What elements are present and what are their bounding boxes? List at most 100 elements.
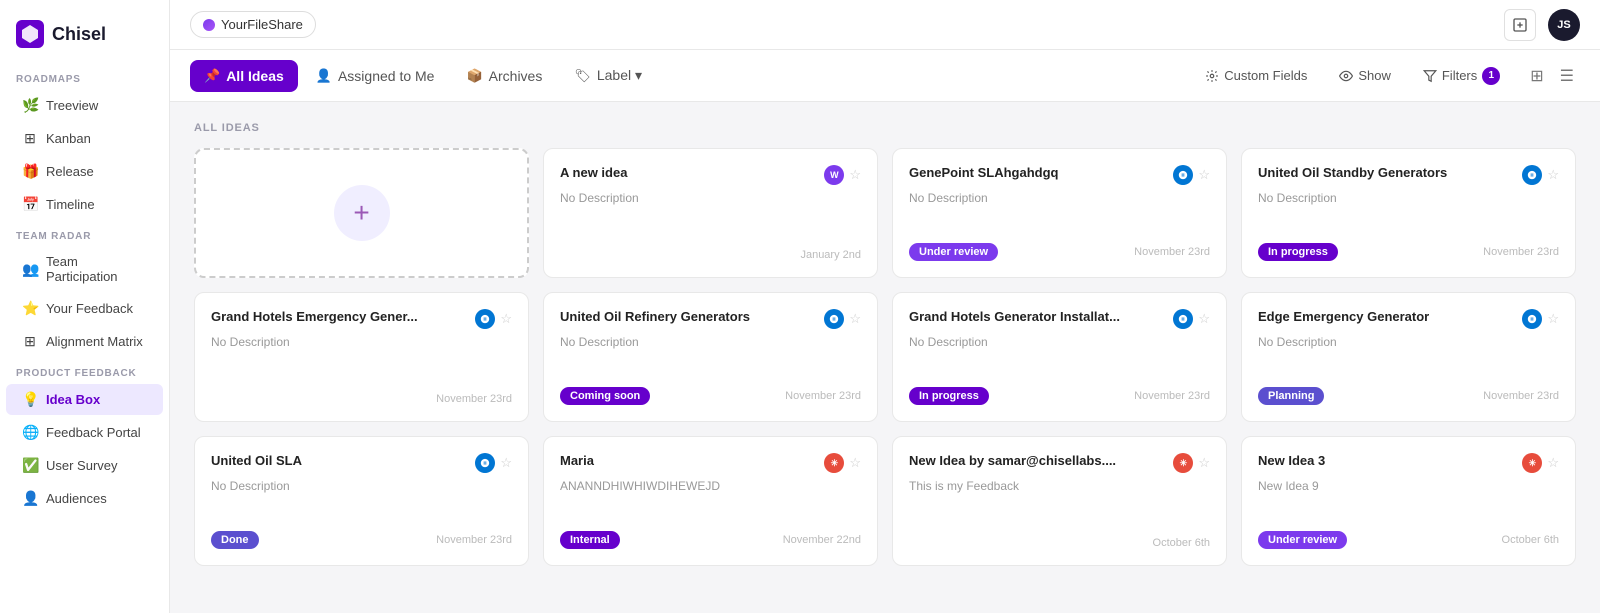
- idea-card-6[interactable]: Grand Hotels Generator Installat... ☆ No…: [892, 292, 1227, 422]
- star-icon[interactable]: ☆: [1198, 167, 1210, 183]
- star-icon[interactable]: ☆: [849, 311, 861, 327]
- kanban-icon: ⊞: [22, 130, 38, 147]
- ideas-grid: + A new idea W ☆ No Description January …: [194, 148, 1576, 566]
- star-icon[interactable]: ☆: [1547, 311, 1559, 327]
- card-footer: Under review October 6th: [1258, 525, 1559, 549]
- timeline-icon: 📅: [22, 196, 38, 213]
- status-badge: In progress: [1258, 243, 1338, 261]
- sidebar-item-label: Your Feedback: [46, 301, 133, 316]
- sidebar-item-user-survey[interactable]: ✅ User Survey: [6, 450, 163, 481]
- status-badge: Under review: [1258, 531, 1347, 549]
- card-footer: Internal November 22nd: [560, 525, 861, 549]
- filters-button[interactable]: Filters 1: [1415, 63, 1508, 89]
- badge-salesforce: [1522, 309, 1542, 329]
- star-icon[interactable]: ☆: [1198, 455, 1210, 471]
- tab-label[interactable]: 🏷 Label ▾: [560, 59, 656, 92]
- card-description: No Description: [560, 335, 861, 349]
- add-idea-card[interactable]: +: [194, 148, 529, 278]
- card-description: No Description: [1258, 335, 1559, 349]
- project-selector[interactable]: YourFileShare: [190, 11, 316, 38]
- card-header: A new idea W ☆: [560, 165, 861, 185]
- idea-box-icon: 💡: [22, 391, 38, 408]
- card-date: October 6th: [1502, 534, 1559, 546]
- section-label-product-feedback: PRODUCT FEEDBACK: [0, 358, 169, 383]
- star-icon[interactable]: ☆: [1198, 311, 1210, 327]
- sidebar-item-your-feedback[interactable]: ⭐ Your Feedback: [6, 293, 163, 324]
- star-icon[interactable]: ☆: [849, 167, 861, 183]
- card-title: Grand Hotels Emergency Gener...: [211, 309, 467, 326]
- idea-card-1[interactable]: A new idea W ☆ No Description January 2n…: [543, 148, 878, 278]
- card-header: New Idea 3 ✳ ☆: [1258, 453, 1559, 473]
- section-label-roadmaps: ROADMAPS: [0, 64, 169, 89]
- card-footer: In progress November 23rd: [1258, 237, 1559, 261]
- star-icon[interactable]: ☆: [1547, 167, 1559, 183]
- card-header: United Oil Refinery Generators ☆: [560, 309, 861, 329]
- card-description: No Description: [1258, 191, 1559, 205]
- tab-assigned-me[interactable]: 👤 Assigned to Me: [302, 60, 449, 92]
- sidebar-item-treeview[interactable]: 🌿 Treeview: [6, 90, 163, 121]
- custom-fields-label: Custom Fields: [1224, 68, 1307, 83]
- sidebar-item-release[interactable]: 🎁 Release: [6, 156, 163, 187]
- sidebar-item-team-participation[interactable]: 👥 Team Participation: [6, 247, 163, 291]
- card-date: November 23rd: [785, 390, 861, 402]
- idea-card-9[interactable]: Maria ✳ ☆ ANANNDHIWHIWDIHEWEJD Internal …: [543, 436, 878, 566]
- idea-card-10[interactable]: New Idea by samar@chisellabs.... ✳ ☆ Thi…: [892, 436, 1227, 566]
- tab-archives-label: Archives: [489, 68, 543, 84]
- star-icon[interactable]: ☆: [849, 455, 861, 471]
- your-feedback-icon: ⭐: [22, 300, 38, 317]
- label-icon: 🏷: [574, 68, 591, 84]
- sidebar-item-label: Team Participation: [46, 254, 147, 284]
- status-badge: Planning: [1258, 387, 1324, 405]
- card-title: Edge Emergency Generator: [1258, 309, 1514, 326]
- sidebar-item-label: Timeline: [46, 197, 95, 212]
- card-title: Maria: [560, 453, 816, 470]
- show-button[interactable]: Show: [1331, 64, 1399, 87]
- star-icon[interactable]: ☆: [500, 311, 512, 327]
- idea-card-8[interactable]: United Oil SLA ☆ No Description Done Nov…: [194, 436, 529, 566]
- idea-card-7[interactable]: Edge Emergency Generator ☆ No Descriptio…: [1241, 292, 1576, 422]
- grid-view-button[interactable]: ⊞: [1524, 62, 1549, 90]
- sidebar-item-timeline[interactable]: 📅 Timeline: [6, 189, 163, 220]
- idea-card-11[interactable]: New Idea 3 ✳ ☆ New Idea 9 Under review O…: [1241, 436, 1576, 566]
- sidebar-item-label: Alignment Matrix: [46, 334, 143, 349]
- card-title: A new idea: [560, 165, 816, 182]
- custom-fields-button[interactable]: Custom Fields: [1197, 64, 1315, 87]
- card-header: New Idea by samar@chisellabs.... ✳ ☆: [909, 453, 1210, 473]
- sidebar-item-audiences[interactable]: 👤 Audiences: [6, 483, 163, 514]
- card-description: No Description: [211, 335, 512, 349]
- star-icon[interactable]: ☆: [1547, 455, 1559, 471]
- tab-label-label: Label ▾: [597, 67, 642, 84]
- idea-card-5[interactable]: United Oil Refinery Generators ☆ No Desc…: [543, 292, 878, 422]
- topbar: YourFileShare JS: [170, 0, 1600, 50]
- idea-card-3[interactable]: United Oil Standby Generators ☆ No Descr…: [1241, 148, 1576, 278]
- section-label-team-radar: TEAM RADAR: [0, 221, 169, 246]
- list-view-button[interactable]: ☰: [1554, 62, 1580, 90]
- star-icon[interactable]: ☆: [500, 455, 512, 471]
- card-header: GenePoint SLAhgahdgq ☆: [909, 165, 1210, 185]
- idea-card-2[interactable]: GenePoint SLAhgahdgq ☆ No Description Un…: [892, 148, 1227, 278]
- sidebar-item-feedback-portal[interactable]: 🌐 Feedback Portal: [6, 417, 163, 448]
- app-logo[interactable]: Chisel: [0, 12, 169, 64]
- card-date: November 23rd: [1134, 246, 1210, 258]
- user-avatar[interactable]: JS: [1548, 9, 1580, 41]
- card-footer: January 2nd: [560, 243, 861, 261]
- idea-card-4[interactable]: Grand Hotels Emergency Gener... ☆ No Des…: [194, 292, 529, 422]
- sidebar-item-alignment-matrix[interactable]: ⊞ Alignment Matrix: [6, 326, 163, 357]
- sidebar-item-label: Release: [46, 164, 94, 179]
- sidebar-item-kanban[interactable]: ⊞ Kanban: [6, 123, 163, 154]
- tab-archives[interactable]: 📦 Archives: [452, 60, 556, 92]
- card-header: Grand Hotels Generator Installat... ☆: [909, 309, 1210, 329]
- badge-salesforce: [1173, 309, 1193, 329]
- card-description: No Description: [211, 479, 512, 493]
- assigned-me-icon: 👤: [316, 68, 332, 84]
- badge-salesforce: [824, 309, 844, 329]
- sidebar-item-idea-box[interactable]: 💡 Idea Box: [6, 384, 163, 415]
- notifications-button[interactable]: [1504, 9, 1536, 41]
- card-footer: November 23rd: [211, 387, 512, 405]
- card-footer: Coming soon November 23rd: [560, 381, 861, 405]
- card-footer: October 6th: [909, 531, 1210, 549]
- card-footer: Done November 23rd: [211, 525, 512, 549]
- tab-all-ideas[interactable]: 📌 All Ideas: [190, 60, 298, 92]
- card-date: January 2nd: [800, 249, 861, 261]
- card-icons: ✳ ☆: [1173, 453, 1210, 473]
